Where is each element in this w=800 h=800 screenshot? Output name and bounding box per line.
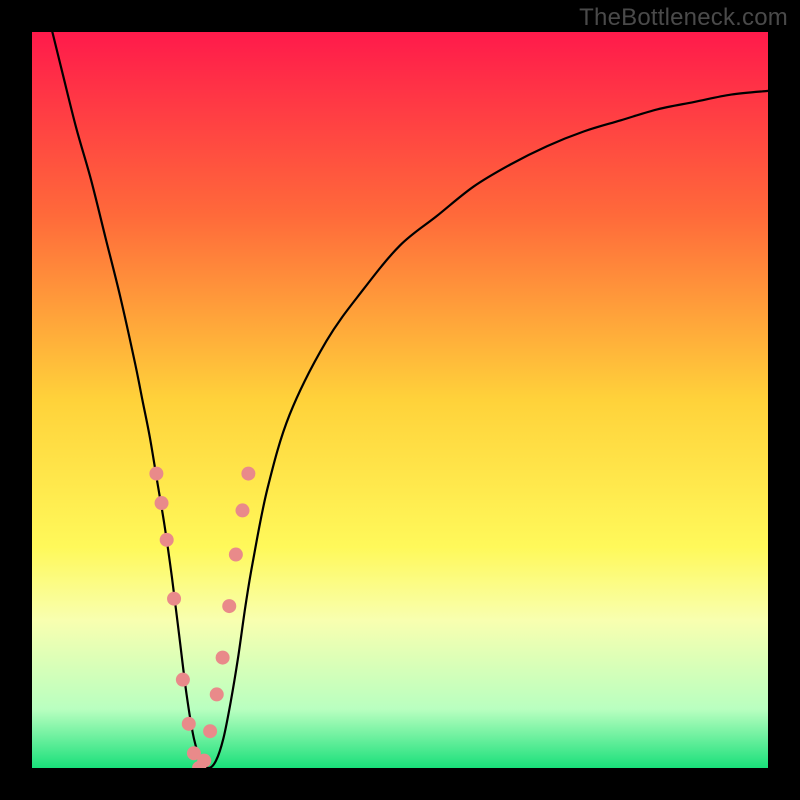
chart-frame: TheBottleneck.com (0, 0, 800, 800)
chart-svg (32, 32, 768, 768)
data-marker (203, 724, 217, 738)
data-marker (176, 673, 190, 687)
data-marker (222, 599, 236, 613)
data-marker (160, 533, 174, 547)
data-marker (235, 503, 249, 517)
data-marker (149, 467, 163, 481)
plot-area (32, 32, 768, 768)
data-marker (210, 687, 224, 701)
data-marker (241, 467, 255, 481)
data-marker (167, 592, 181, 606)
data-marker (182, 717, 196, 731)
watermark-text: TheBottleneck.com (579, 6, 788, 30)
data-marker (229, 548, 243, 562)
data-marker (216, 651, 230, 665)
data-marker (155, 496, 169, 510)
data-marker (197, 754, 211, 768)
